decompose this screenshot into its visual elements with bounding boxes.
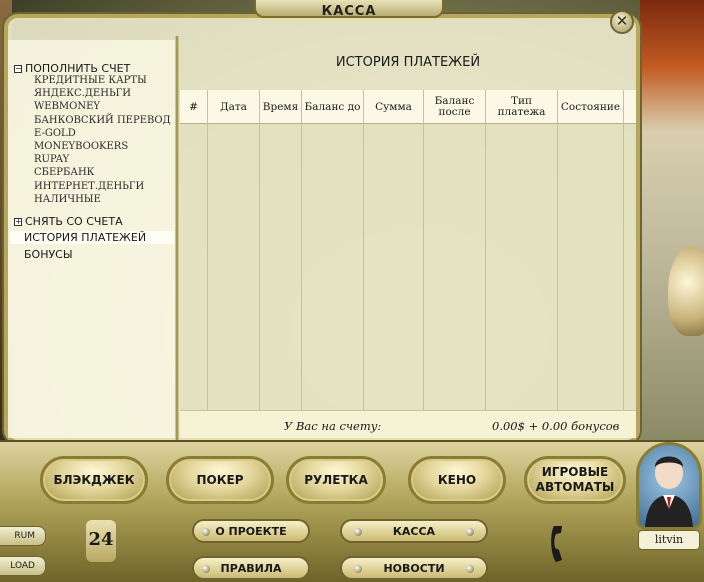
deposit-method-webmoney[interactable]: WEBMONEY <box>34 100 171 113</box>
deposit-methods-list: КРЕДИТНЫЕ КАРТЫ ЯНДЕКС.ДЕНЬГИ WEBMONEY Б… <box>34 74 171 206</box>
close-button[interactable]: ✕ <box>610 10 634 34</box>
column-divider <box>423 124 424 410</box>
forum-tab[interactable]: RUM <box>0 526 46 546</box>
slots-button[interactable]: ИГРОВЫЕ АВТОМАТЫ <box>524 456 626 504</box>
column-divider <box>363 124 364 410</box>
news-label: НОВОСТИ <box>383 561 445 575</box>
news-button[interactable]: НОВОСТИ <box>340 556 488 580</box>
sidebar-item-withdraw[interactable]: + СНЯТЬ СО СЧЕТА <box>14 215 123 228</box>
background-right-area <box>640 0 704 440</box>
username-label: litvin <box>638 530 700 550</box>
column-header-amount[interactable]: Сумма <box>364 90 424 124</box>
column-divider <box>259 124 260 410</box>
balance-label: У Вас на счету: <box>284 419 382 433</box>
table-header: # Дата Время Баланс до Сумма Баланс посл… <box>180 90 636 124</box>
column-divider <box>301 124 302 410</box>
column-header-number[interactable]: # <box>180 90 208 124</box>
page-title: ИСТОРИЯ ПЛАТЕЖЕЙ <box>335 55 481 70</box>
column-header-balance-after[interactable]: Баланс после <box>424 90 486 124</box>
keno-button[interactable]: КЕНО <box>408 456 506 504</box>
sidebar-divider <box>175 36 179 440</box>
column-header-balance-before[interactable]: Баланс до <box>302 90 364 124</box>
cashier-label: КАССА <box>392 524 436 538</box>
avatar[interactable] <box>636 442 702 530</box>
cashier-button[interactable]: КАССА <box>340 519 488 543</box>
balance-bar: У Вас на счету: 0.00$ + 0.00 бонусов <box>180 410 636 438</box>
casino-logo: 24 <box>86 520 116 562</box>
dialog-title-plate: КАССА <box>254 0 444 19</box>
deposit-method-credit-cards[interactable]: КРЕДИТНЫЕ КАРТЫ <box>34 74 171 87</box>
column-divider <box>557 124 558 410</box>
deposit-method-sberbank[interactable]: СБЕРБАНК <box>34 166 171 179</box>
about-label: О ПРОЕКТЕ <box>215 524 287 538</box>
phone-icon[interactable] <box>548 524 574 564</box>
deposit-method-rupay[interactable]: RUPAY <box>34 153 171 166</box>
column-header-status[interactable]: Состояние <box>558 90 624 124</box>
deposit-method-yandex[interactable]: ЯНДЕКС.ДЕНЬГИ <box>34 87 171 100</box>
dot-icon <box>354 528 362 536</box>
close-icon: ✕ <box>615 12 629 30</box>
poker-button[interactable]: ПОКЕР <box>166 456 274 504</box>
download-tab[interactable]: LOAD <box>0 556 46 576</box>
sidebar-item-bonuses[interactable]: БОНУСЫ <box>24 248 73 261</box>
column-header-time[interactable]: Время <box>260 90 302 124</box>
rules-label: ПРАВИЛА <box>220 561 282 575</box>
dot-icon <box>466 528 474 536</box>
column-divider <box>207 124 208 410</box>
deposit-method-bank-transfer[interactable]: БАНКОВСКИЙ ПЕРЕВОД <box>34 114 171 127</box>
sidebar-item-history[interactable]: ИСТОРИЯ ПЛАТЕЖЕЙ <box>10 231 174 244</box>
collapse-icon[interactable]: − <box>14 64 22 73</box>
column-divider <box>485 124 486 410</box>
roulette-button[interactable]: РУЛЕТКА <box>286 456 386 504</box>
user-portrait-icon <box>645 456 693 527</box>
balance-value: 0.00$ + 0.00 бонусов <box>492 419 620 433</box>
sidebar-item-history-label: ИСТОРИЯ ПЛАТЕЖЕЙ <box>24 231 147 244</box>
column-header-payment-type[interactable]: Тип платежа <box>486 90 558 124</box>
expand-icon[interactable]: + <box>14 217 22 226</box>
deposit-method-moneybookers[interactable]: MONEYBOOKERS <box>34 140 171 153</box>
background-vase <box>668 246 704 336</box>
sidebar-item-bonuses-label: БОНУСЫ <box>24 248 73 261</box>
dot-icon <box>466 565 474 573</box>
payment-history-table: # Дата Время Баланс до Сумма Баланс посл… <box>180 90 636 410</box>
dot-icon <box>354 565 362 573</box>
dot-icon <box>202 565 210 573</box>
dialog-title: КАССА <box>321 4 377 19</box>
rules-button[interactable]: ПРАВИЛА <box>192 556 310 580</box>
deposit-method-internet-money[interactable]: ИНТЕРНЕТ.ДЕНЬГИ <box>34 180 171 193</box>
deposit-method-egold[interactable]: E-GOLD <box>34 127 171 140</box>
deposit-method-cash[interactable]: НАЛИЧНЫЕ <box>34 193 171 206</box>
sidebar-item-withdraw-label: СНЯТЬ СО СЧЕТА <box>25 215 123 228</box>
column-header-date[interactable]: Дата <box>208 90 260 124</box>
column-divider <box>623 124 624 410</box>
blackjack-button[interactable]: БЛЭКДЖЕК <box>40 456 148 504</box>
dot-icon <box>202 528 210 536</box>
about-button[interactable]: О ПРОЕКТЕ <box>192 519 310 543</box>
